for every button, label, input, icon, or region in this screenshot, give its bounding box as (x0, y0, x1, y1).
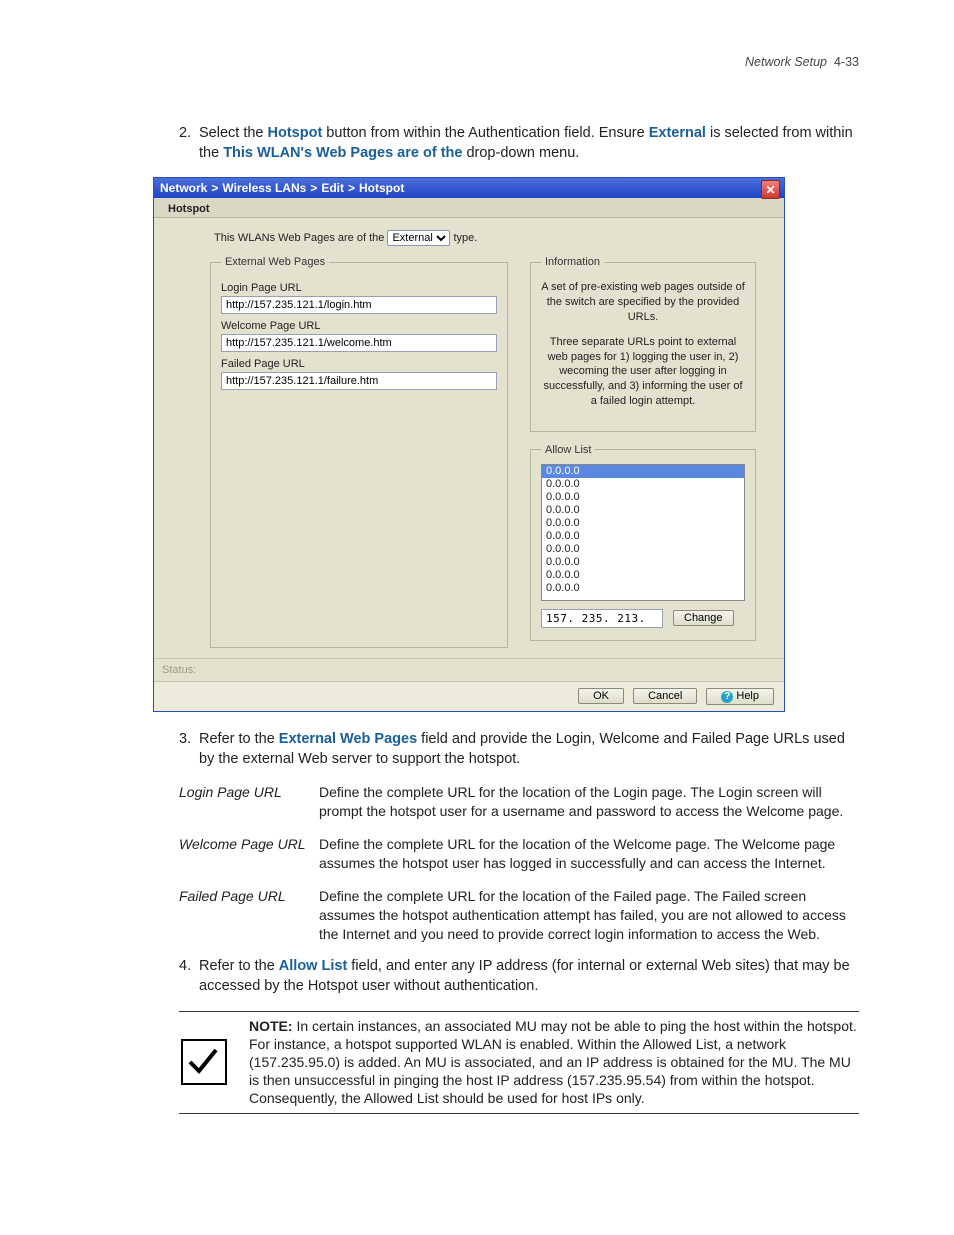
information-legend: Information (541, 256, 604, 268)
welcome-url-label: Welcome Page URL (221, 320, 497, 332)
allow-list-keyword: Allow List (279, 958, 347, 974)
cancel-button[interactable]: Cancel (633, 688, 697, 704)
running-header: Network Setup 4-33 (95, 55, 859, 69)
def-desc: Define the complete URL for the location… (319, 783, 859, 821)
failed-url-input[interactable] (221, 372, 497, 390)
status-row: Status: (154, 658, 784, 681)
def-term: Login Page URL (179, 783, 319, 821)
type-row: This WLANs Web Pages are of the External… (214, 230, 758, 246)
list-item[interactable]: 0.0.0.0 (542, 504, 744, 517)
def-desc: Define the complete URL for the location… (319, 835, 859, 873)
hotspot-dialog: Network> Wireless LANs> Edit> Hotspot ✕ … (153, 177, 785, 712)
failed-url-label: Failed Page URL (221, 358, 497, 370)
step-3: 3. Refer to the External Web Pages field… (179, 730, 859, 769)
information-group: Information A set of pre-existing web pa… (530, 256, 756, 432)
definitions-table: Login Page URL Define the complete URL f… (179, 783, 859, 943)
welcome-url-input[interactable] (221, 334, 497, 352)
allow-listbox[interactable]: 0.0.0.0 0.0.0.0 0.0.0.0 0.0.0.0 0.0.0.0 … (541, 464, 745, 601)
change-button[interactable]: Change (673, 610, 734, 626)
list-item[interactable]: 0.0.0.0 (542, 543, 744, 556)
login-url-input[interactable] (221, 296, 497, 314)
list-item[interactable]: 0.0.0.0 (542, 582, 744, 595)
list-item[interactable]: 0.0.0.0 (542, 569, 744, 582)
help-button[interactable]: ?Help (706, 688, 774, 705)
info-text-2: Three separate URLs point to external we… (541, 335, 745, 409)
button-row: OK Cancel ?Help (154, 681, 784, 711)
ok-button[interactable]: OK (578, 688, 624, 704)
ip-input[interactable] (541, 609, 663, 628)
def-term: Welcome Page URL (179, 835, 319, 873)
note-body: In certain instances, an associated MU m… (249, 1018, 857, 1107)
list-item[interactable]: 0.0.0.0 (542, 491, 744, 504)
external-legend: External Web Pages (221, 256, 329, 268)
tab-row: Hotspot (154, 198, 784, 218)
list-item[interactable]: 0.0.0.0 (542, 530, 744, 543)
crumb: Wireless LANs (222, 181, 306, 195)
dropdown-keyword: This WLAN's Web Pages are of the (223, 145, 462, 161)
hotspot-keyword: Hotspot (268, 125, 323, 141)
login-url-label: Login Page URL (221, 282, 497, 294)
step-2: 2. Select the Hotspot button from within… (179, 124, 859, 163)
checkmark-icon (181, 1039, 227, 1085)
close-icon[interactable]: ✕ (761, 180, 780, 199)
external-keyword: External (649, 125, 706, 141)
crumb: Edit (321, 181, 344, 195)
tab-hotspot[interactable]: Hotspot (160, 201, 218, 217)
crumb: Network (160, 181, 207, 195)
allow-list-legend: Allow List (541, 444, 595, 456)
list-item[interactable]: 0.0.0.0 (542, 556, 744, 569)
step-4: 4. Refer to the Allow List field, and en… (179, 957, 859, 996)
note-lead: NOTE: (249, 1018, 293, 1034)
list-item[interactable]: 0.0.0.0 (542, 465, 744, 478)
external-web-pages-keyword: External Web Pages (279, 731, 417, 747)
help-icon: ? (721, 691, 733, 703)
list-item[interactable]: 0.0.0.0 (542, 478, 744, 491)
def-term: Failed Page URL (179, 887, 319, 944)
external-web-pages-group: External Web Pages Login Page URL Welcom… (210, 256, 508, 648)
list-item[interactable]: 0.0.0.0 (542, 517, 744, 530)
crumb: Hotspot (359, 181, 404, 195)
dialog-titlebar: Network> Wireless LANs> Edit> Hotspot ✕ (154, 178, 784, 198)
allow-list-group: Allow List 0.0.0.0 0.0.0.0 0.0.0.0 0.0.0… (530, 444, 756, 641)
info-text-1: A set of pre-existing web pages outside … (541, 280, 745, 325)
type-select[interactable]: External (387, 230, 450, 246)
note-box: NOTE: In certain instances, an associate… (179, 1011, 859, 1114)
def-desc: Define the complete URL for the location… (319, 887, 859, 944)
